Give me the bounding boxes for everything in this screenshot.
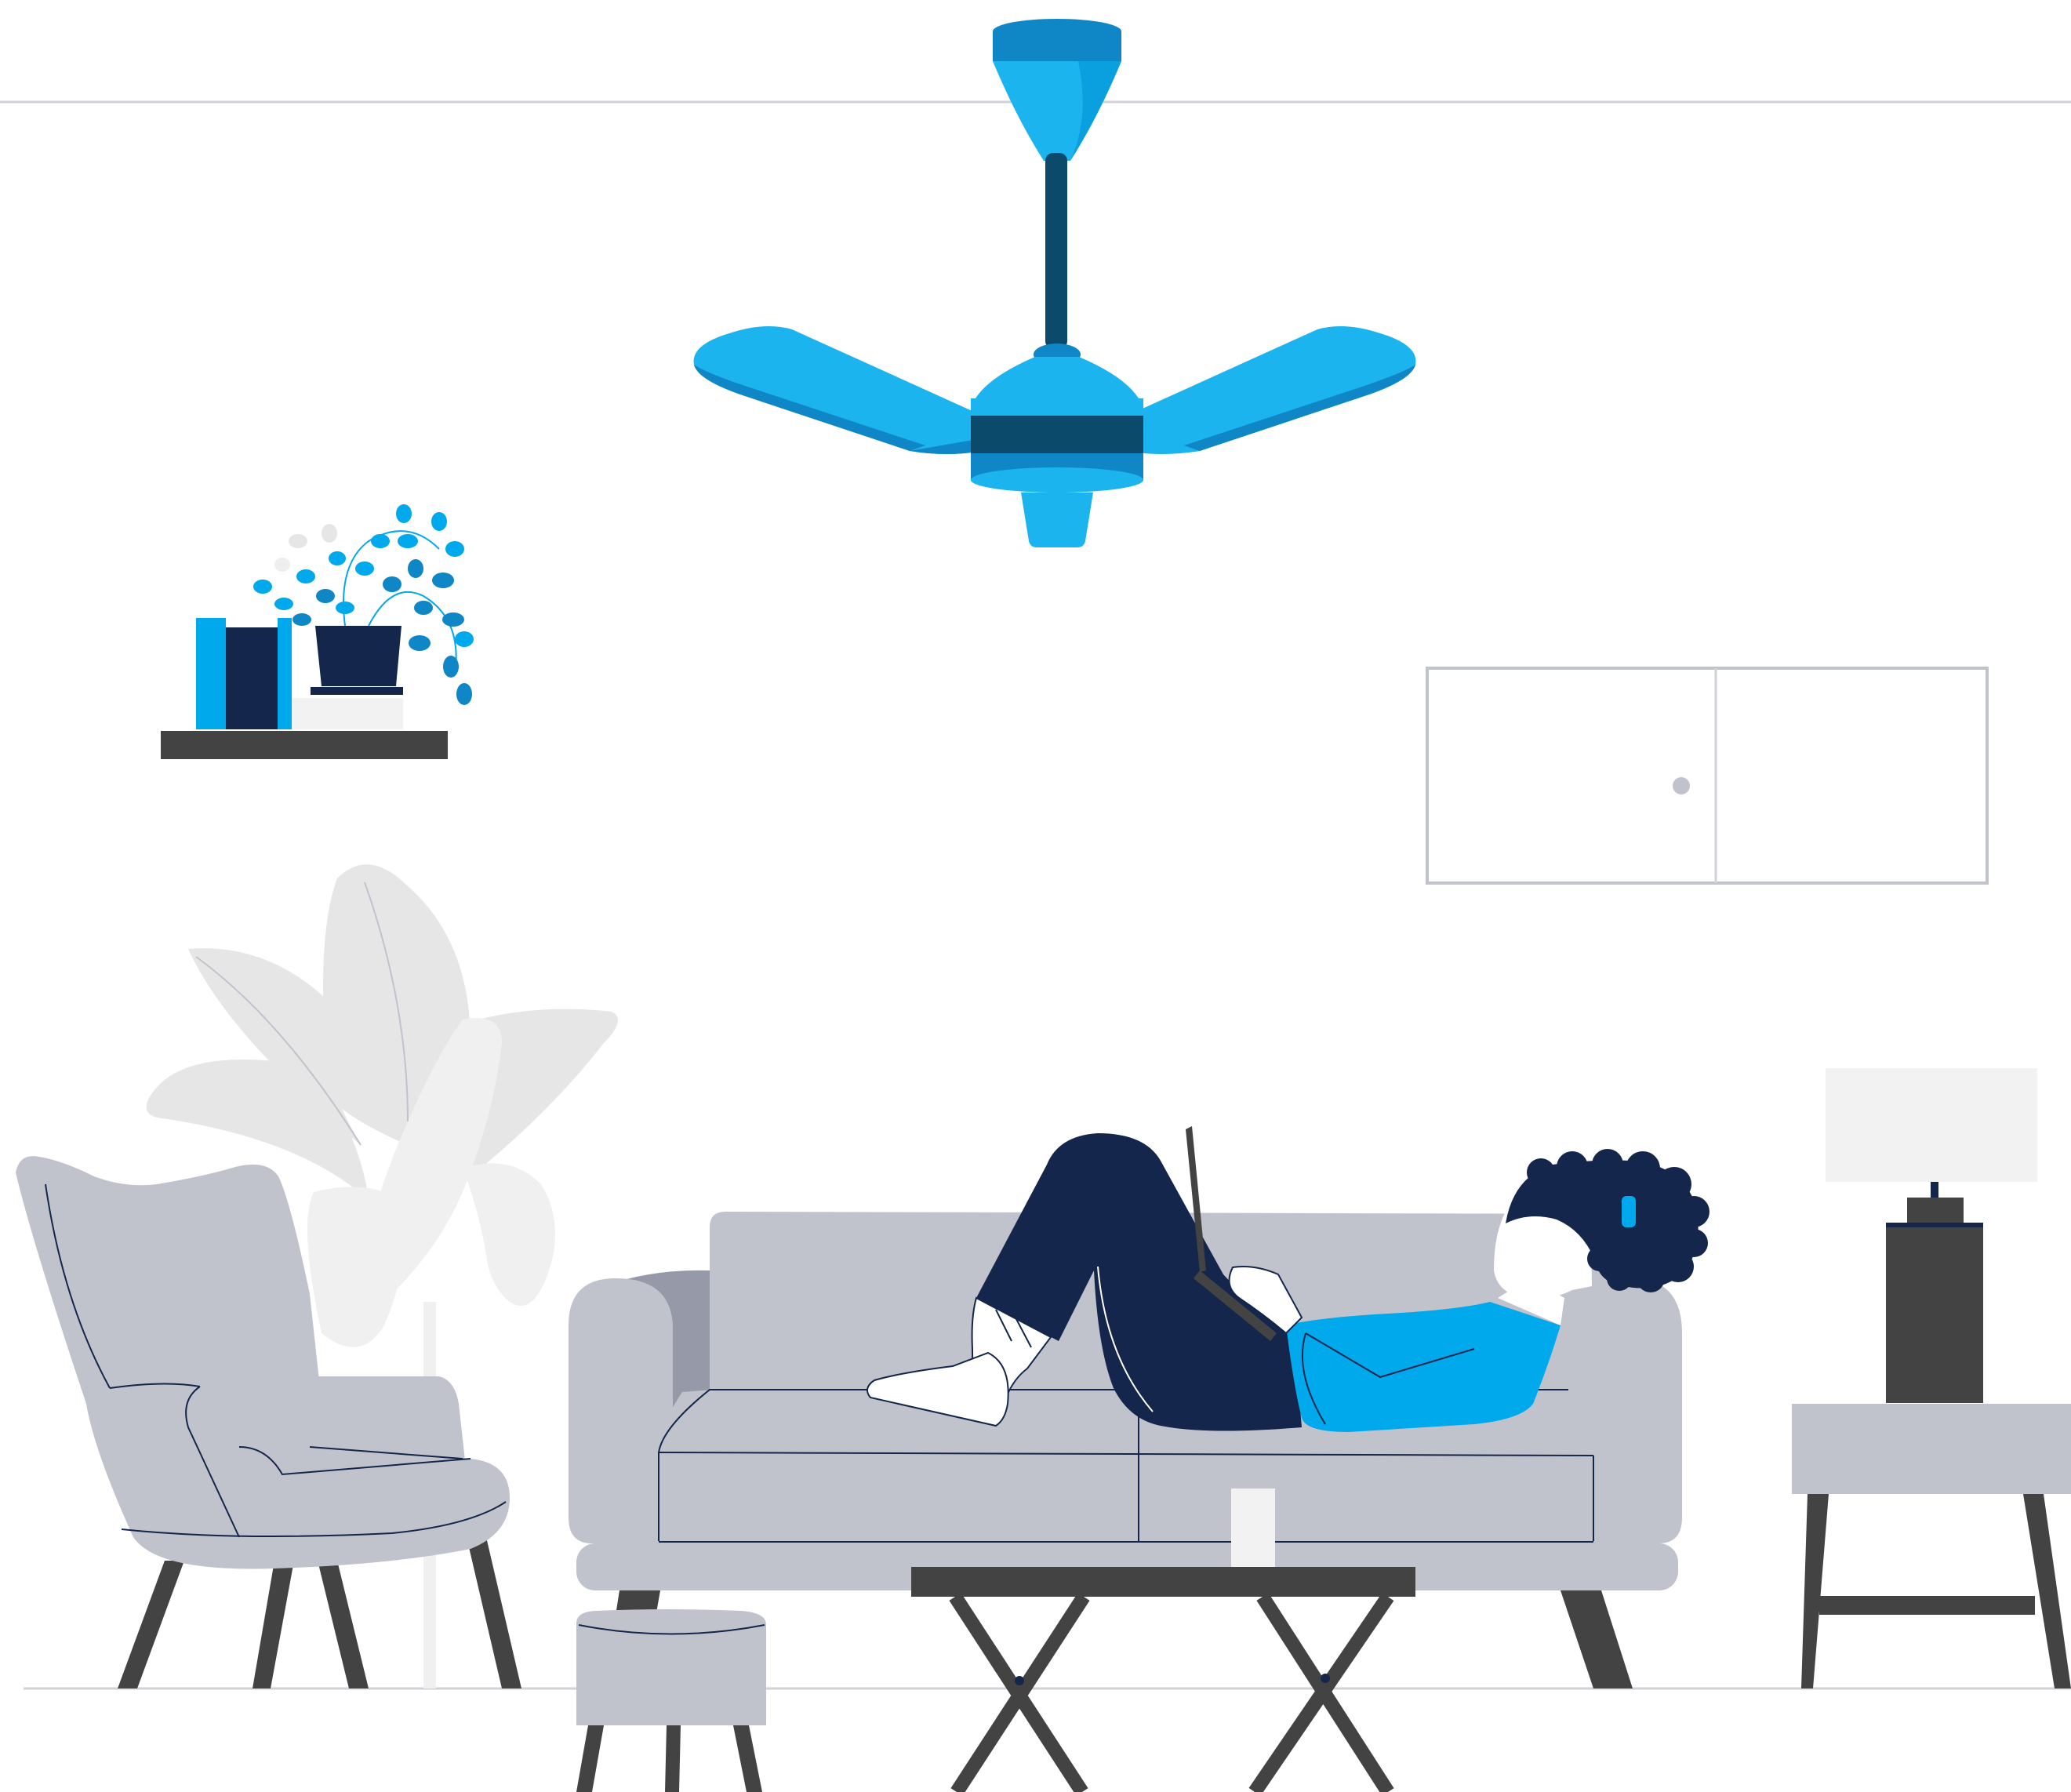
- armchair: [16, 1156, 521, 1688]
- book-navy: [226, 627, 278, 729]
- footstool: [576, 1609, 766, 1792]
- person-shirt: [1286, 1302, 1561, 1432]
- table-cup: [1231, 1488, 1275, 1567]
- fan-canopy-band: [993, 31, 1121, 61]
- table-legs: [949, 1592, 1394, 1792]
- armchair-leg-back-left: [118, 1561, 184, 1688]
- book-light-blue: [196, 618, 226, 729]
- fan-light-cup: [1021, 493, 1093, 547]
- book-white-block: [292, 698, 403, 729]
- ceiling-fan: [693, 19, 1416, 547]
- sofa-leg-right: [1561, 1590, 1633, 1688]
- book-blue-thin: [278, 618, 292, 729]
- fan-downrod: [1045, 153, 1067, 349]
- plant-pot-saucer: [311, 687, 403, 695]
- wall-shelf: [161, 504, 474, 759]
- hair-band: [1622, 1196, 1636, 1227]
- wall-cabinet: [1426, 667, 1989, 885]
- lamp-neck: [1931, 1182, 1938, 1199]
- lamp-shade: [1826, 1068, 2037, 1182]
- living-room-illustration: [0, 19, 2071, 1792]
- lamp-base: [1886, 1223, 1983, 1403]
- fan-motor-band: [971, 416, 1143, 455]
- table-lamp: [1826, 1068, 2037, 1403]
- shelf-board: [161, 731, 448, 759]
- footstool-cushion: [576, 1609, 766, 1725]
- armchair-leg-front-left: [318, 1561, 369, 1688]
- plant-pot: [315, 626, 401, 686]
- armchair-leg-back-right: [253, 1561, 294, 1688]
- cabinet-knob: [1673, 777, 1690, 794]
- table-top: [911, 1567, 1415, 1597]
- side-table-top: [1792, 1404, 2071, 1494]
- sofa-arm-left: [569, 1278, 673, 1543]
- armchair-leg-front-right: [467, 1537, 521, 1688]
- lamp-collar: [1907, 1198, 1964, 1223]
- side-table: [1792, 1404, 2071, 1688]
- cabinet-frame: [1426, 667, 1989, 885]
- fan-motor-bottom: [971, 467, 1143, 493]
